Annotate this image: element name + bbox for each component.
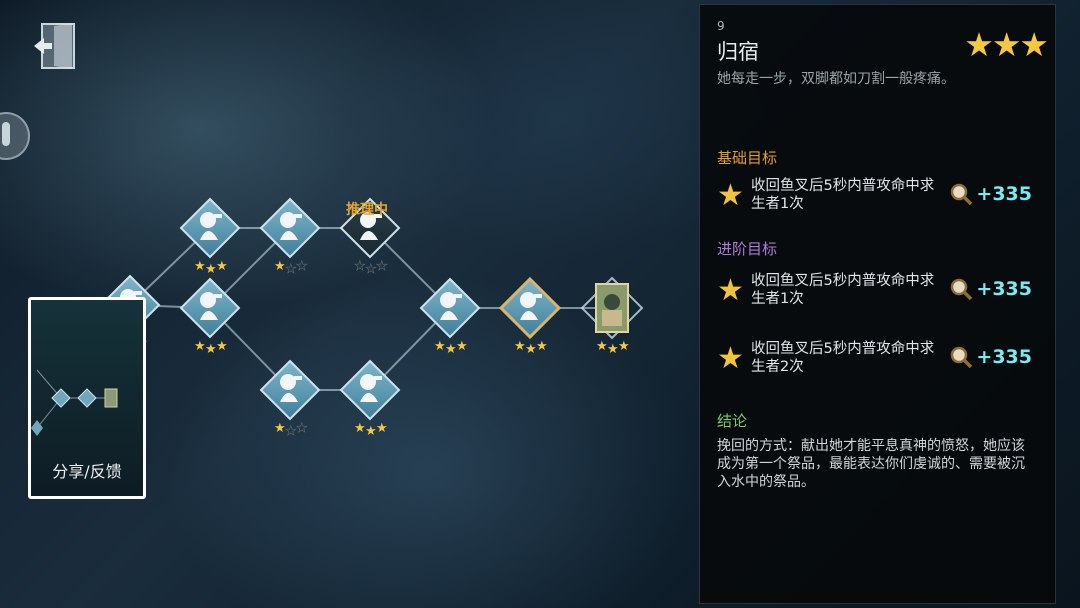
current-node-label: 推理中 xyxy=(346,202,388,218)
filled-star-icon: ★ xyxy=(536,339,548,354)
goal-reward: +335 xyxy=(948,276,1032,302)
filled-star-icon: ★ xyxy=(194,259,206,274)
empty-star-icon: ★ xyxy=(365,262,377,277)
reward-value: +335 xyxy=(976,183,1032,205)
conclusion-text: 挽回的方式：献出她才能平息真神的愤怒，她应该成为第一个祭品，最能表达你们虔诚的、… xyxy=(717,438,1025,490)
reward-value: +335 xyxy=(976,278,1032,300)
empty-star-icon: ★ xyxy=(285,424,297,439)
goal-text: 收回鱼叉后5秒内普攻命中求 生者1次 xyxy=(751,273,935,307)
goal-star-icon: ★ xyxy=(717,178,744,213)
filled-star-icon: ★ xyxy=(456,339,468,354)
conclusion-heading: 结论 xyxy=(717,412,748,430)
empty-star-icon: ★ xyxy=(296,421,308,436)
magnifier-icon xyxy=(951,183,973,206)
goal-reward: +335 xyxy=(948,181,1032,207)
filled-star-icon: ★ xyxy=(194,339,206,354)
filled-star-icon: ★ xyxy=(445,342,457,357)
advanced-goals-heading: 进阶目标 xyxy=(717,240,778,258)
filled-star-icon: ★ xyxy=(354,421,366,436)
filled-star-icon: ★ xyxy=(607,342,619,357)
goal-item: ★ 收回鱼叉后5秒内普攻命中求 生者1次 +335 xyxy=(717,177,1057,221)
filled-star-icon: ★ xyxy=(596,339,608,354)
chapter-description: 她每走一步，双脚都如刀割一般疼痛。 xyxy=(717,71,955,87)
share-feedback-button[interactable]: 分享/反馈 xyxy=(28,297,146,499)
empty-star-icon: ★ xyxy=(285,262,297,277)
goal-text: 收回鱼叉后5秒内普攻命中求 生者1次 xyxy=(751,178,935,212)
chapter-title: 归宿 xyxy=(717,40,759,64)
basic-goals-heading: 基础目标 xyxy=(717,149,778,167)
filled-star-icon: ★ xyxy=(205,342,217,357)
filled-star-icon: ★ xyxy=(274,421,286,436)
filled-star-icon: ★ xyxy=(525,342,537,357)
share-feedback-label: 分享/反馈 xyxy=(52,462,122,481)
empty-star-icon: ★ xyxy=(296,259,308,274)
empty-star-icon: ★ xyxy=(376,259,388,274)
goal-item: ★ 收回鱼叉后5秒内普攻命中求 生者2次 +335 xyxy=(717,340,1057,384)
filled-star-icon: ★ xyxy=(365,424,377,439)
filled-star-icon: ★ xyxy=(216,259,228,274)
goal-star-icon: ★ xyxy=(717,273,744,308)
chapter-rating-stars: ★★★ xyxy=(964,25,1049,64)
map-node[interactable] xyxy=(498,276,562,340)
magnifier-icon xyxy=(951,346,973,369)
filled-star-icon: ★ xyxy=(434,339,446,354)
goal-reward: +335 xyxy=(948,344,1032,370)
reward-value: +335 xyxy=(976,346,1032,368)
goal-item: ★ 收回鱼叉后5秒内普攻命中求 生者1次 +335 xyxy=(717,272,1057,316)
magnifier-icon xyxy=(951,278,973,301)
filled-star-icon: ★ xyxy=(274,259,286,274)
goal-text: 收回鱼叉后5秒内普攻命中求 生者2次 xyxy=(751,341,935,375)
filled-star-icon: ★ xyxy=(205,262,217,277)
filled-star-icon: ★ xyxy=(376,421,388,436)
filled-star-icon: ★ xyxy=(514,339,526,354)
chapter-info-panel: 9 归宿 ★★★ 她每走一步，双脚都如刀割一般疼痛。 基础目标 ★ 收回鱼叉后5… xyxy=(699,4,1056,604)
filled-star-icon: ★ xyxy=(618,339,630,354)
empty-star-icon: ★ xyxy=(354,259,366,274)
goal-star-icon: ★ xyxy=(717,341,744,376)
chapter-number: 9 xyxy=(717,19,725,33)
filled-star-icon: ★ xyxy=(216,339,228,354)
